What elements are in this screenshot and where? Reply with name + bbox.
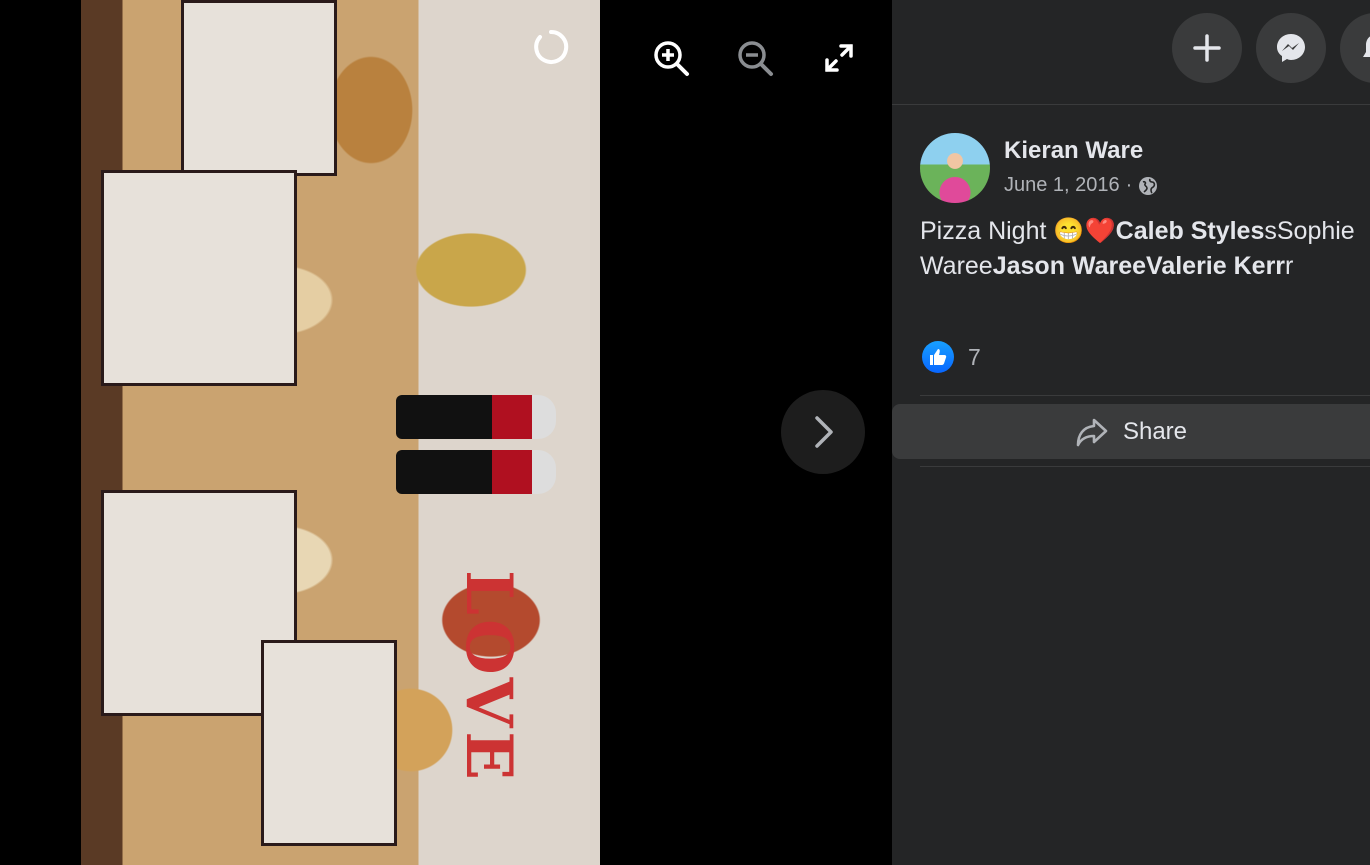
share-button[interactable]: Share xyxy=(892,404,1370,459)
pizza-box xyxy=(261,640,397,846)
tag-caleb-styles[interactable]: Caleb Styles xyxy=(1116,217,1265,245)
post-date[interactable]: June 1, 2016 xyxy=(1004,174,1120,197)
divider xyxy=(920,395,1370,396)
next-photo-button[interactable] xyxy=(781,390,865,474)
post-details-panel: Kieran Ware June 1, 2016 · Pizza Night 😁… xyxy=(892,0,1370,865)
globe-icon[interactable] xyxy=(1138,176,1158,196)
cola-bottle xyxy=(396,395,556,439)
chevron-right-icon xyxy=(815,416,833,448)
create-button[interactable] xyxy=(1172,13,1242,83)
tag-jason-waree[interactable]: Jason Waree xyxy=(993,252,1146,280)
plus-icon xyxy=(1193,34,1221,62)
meta-separator: · xyxy=(1125,174,1133,196)
notifications-icon xyxy=(1363,36,1370,57)
post-meta: June 1, 2016 · xyxy=(1004,174,1158,197)
reactions-summary[interactable]: 7 xyxy=(922,341,981,373)
messenger-icon xyxy=(1277,34,1305,62)
caption-text: Pizza Night xyxy=(920,217,1054,245)
messenger-button[interactable] xyxy=(1256,13,1326,83)
grin-emoji: 😁 xyxy=(1053,217,1085,245)
divider xyxy=(920,466,1370,467)
pizza-box xyxy=(181,0,337,176)
loading-icon xyxy=(531,27,571,67)
zoom-in-icon[interactable] xyxy=(651,38,691,78)
cola-bottle xyxy=(396,450,556,494)
caption-text: r xyxy=(1285,252,1294,280)
pizza-box xyxy=(101,170,297,386)
author-name[interactable]: Kieran Ware xyxy=(1004,137,1143,165)
zoom-out-icon[interactable] xyxy=(735,38,775,78)
fullscreen-icon[interactable] xyxy=(819,38,859,78)
tag-valerie-kerr[interactable]: Valerie Kerr xyxy=(1146,252,1285,280)
share-icon xyxy=(1076,418,1108,446)
top-action-bar xyxy=(892,0,1370,105)
post-photo[interactable]: LOVE xyxy=(81,0,600,865)
reaction-count: 7 xyxy=(968,343,981,370)
like-reaction-icon xyxy=(922,341,954,373)
heart-emoji: ❤️ xyxy=(1084,217,1116,245)
love-sign: LOVE xyxy=(451,570,526,785)
notifications-button[interactable] xyxy=(1340,13,1370,83)
share-label: Share xyxy=(1122,417,1188,445)
avatar[interactable] xyxy=(920,133,990,203)
post-caption: Pizza Night 😁❤️Caleb StylessSophie Waree… xyxy=(920,214,1360,284)
photo-viewer: LOVE xyxy=(0,0,892,865)
